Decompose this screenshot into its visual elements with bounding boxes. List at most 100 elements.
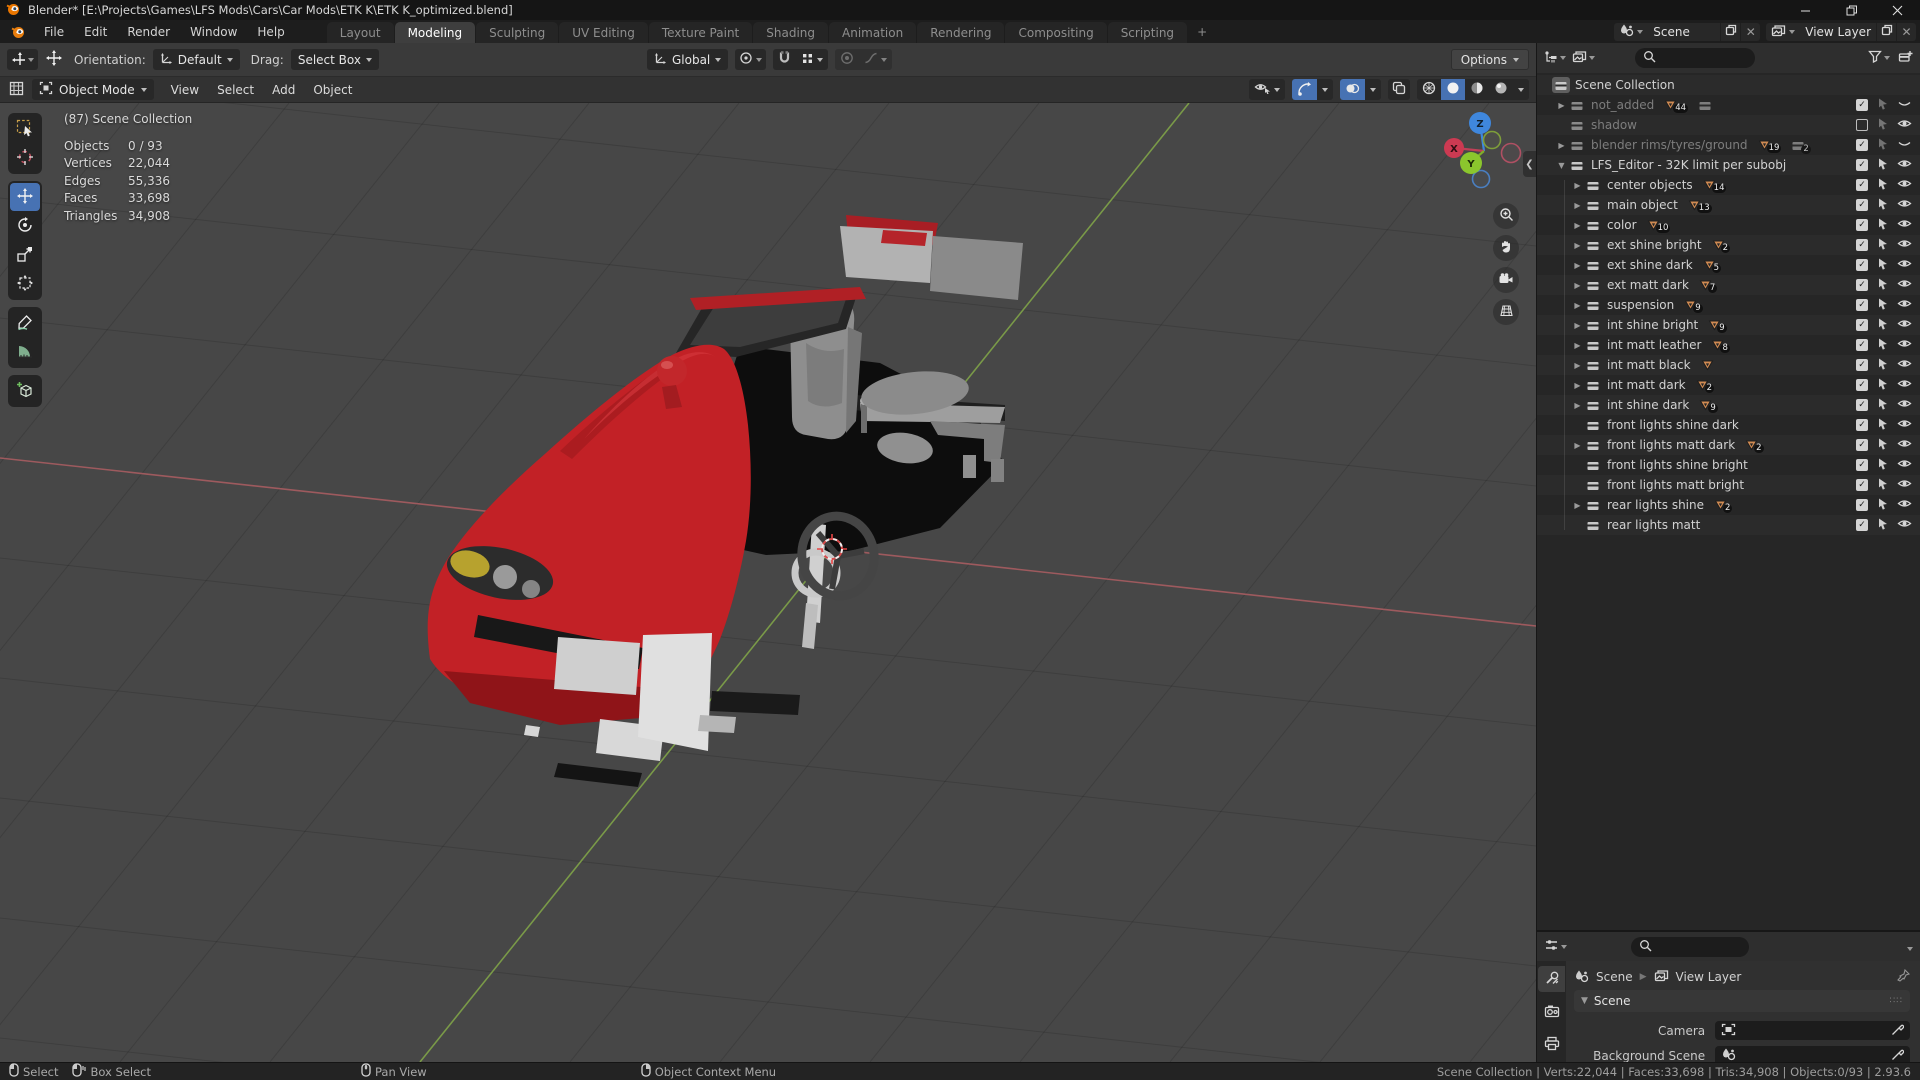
outliner-row-ext-matt-dark[interactable]: ▶ext matt dark7✓ — [1537, 275, 1920, 295]
field-camera-input[interactable] — [1715, 1021, 1910, 1040]
visibility-eye-icon[interactable] — [1897, 498, 1912, 512]
restore-button[interactable] — [1828, 0, 1874, 20]
exclude-checkbox[interactable]: ✓ — [1856, 279, 1868, 291]
exclude-checkbox[interactable]: ✓ — [1856, 519, 1868, 531]
selectable-toggle-icon[interactable] — [1876, 357, 1889, 374]
editor-type-icon[interactable] — [9, 81, 24, 99]
exclude-checkbox[interactable]: ✓ — [1856, 219, 1868, 231]
selectable-toggle-icon[interactable] — [1876, 137, 1889, 154]
exclude-checkbox[interactable]: ✓ — [1856, 139, 1868, 151]
exclude-checkbox[interactable]: ✓ — [1856, 419, 1868, 431]
visibility-eye-icon[interactable] — [1897, 158, 1912, 172]
properties-tab-render[interactable] — [1538, 999, 1565, 1025]
shading-rendered-button[interactable] — [1489, 79, 1513, 100]
exclude-checkbox[interactable]: ✓ — [1856, 259, 1868, 271]
exclude-checkbox[interactable]: ✓ — [1856, 439, 1868, 451]
outliner-row-rear-lights-matt[interactable]: rear lights matt✓ — [1537, 515, 1920, 535]
expand-arrow-icon[interactable]: ▶ — [1555, 101, 1568, 110]
exclude-checkbox[interactable]: ✓ — [1856, 159, 1868, 171]
viewport-menu-object[interactable]: Object — [304, 83, 361, 97]
outliner-row-main-object[interactable]: ▶main object13✓ — [1537, 195, 1920, 215]
properties-options-dropdown[interactable] — [1907, 940, 1913, 954]
visibility-eye-icon[interactable] — [1897, 178, 1912, 192]
outliner-row-ext-shine-bright[interactable]: ▶ext shine bright2✓ — [1537, 235, 1920, 255]
selectable-toggle-icon[interactable] — [1876, 337, 1889, 354]
pivot-point-dropdown[interactable] — [735, 49, 766, 70]
view-layer-name[interactable]: View Layer — [1800, 23, 1876, 41]
tool-transform-button[interactable] — [10, 270, 40, 298]
exclude-checkbox[interactable]: ✓ — [1856, 479, 1868, 491]
visibility-eye-icon[interactable] — [1897, 278, 1912, 292]
menu-render[interactable]: Render — [117, 20, 180, 43]
visibility-eye-icon[interactable] — [1897, 418, 1912, 432]
tool-add-cube-button[interactable] — [10, 377, 40, 405]
visibility-eye-icon[interactable] — [1897, 518, 1912, 532]
expand-arrow-icon[interactable]: ▶ — [1571, 221, 1584, 230]
selectable-toggle-icon[interactable] — [1876, 517, 1889, 534]
outliner-filter-button[interactable] — [1868, 50, 1890, 66]
outliner-row-center-objects[interactable]: ▶center objects14✓ — [1537, 175, 1920, 195]
visibility-eye-icon[interactable] — [1897, 458, 1912, 472]
exclude-checkbox[interactable]: ✓ — [1856, 99, 1868, 111]
exclude-checkbox[interactable]: ✓ — [1856, 179, 1868, 191]
tab-rendering[interactable]: Rendering — [917, 22, 1004, 43]
selectable-toggle-icon[interactable] — [1876, 397, 1889, 414]
exclude-checkbox[interactable]: ✓ — [1856, 199, 1868, 211]
selectable-toggle-icon[interactable] — [1876, 237, 1889, 254]
perspective-toggle-button[interactable] — [1493, 299, 1519, 325]
outliner-row-suspension[interactable]: ▶suspension9✓ — [1537, 295, 1920, 315]
visibility-eye-icon[interactable] — [1897, 258, 1912, 272]
visibility-eye-icon[interactable] — [1897, 338, 1912, 352]
exclude-checkbox[interactable]: ✓ — [1856, 359, 1868, 371]
tab-sculpting[interactable]: Sculpting — [476, 22, 558, 43]
expand-arrow-icon[interactable]: ▶ — [1571, 301, 1584, 310]
menu-file[interactable]: File — [34, 20, 74, 43]
outliner-row-front-lights-matt-dark[interactable]: ▶front lights matt dark2✓ — [1537, 435, 1920, 455]
visibility-eye-icon[interactable] — [1897, 318, 1912, 332]
visibility-eye-icon[interactable] — [1897, 218, 1912, 232]
expand-arrow-icon[interactable]: ▶ — [1571, 181, 1584, 190]
navigation-gizmo[interactable]: Z X Y — [1444, 111, 1524, 191]
visibility-eye-icon[interactable] — [1897, 118, 1912, 132]
sidebar-collapse-arrow[interactable]: ❮ — [1523, 151, 1536, 177]
selectable-toggle-icon[interactable] — [1876, 197, 1889, 214]
expand-arrow-icon[interactable]: ▶ — [1555, 141, 1568, 150]
visibility-eye-icon[interactable] — [1897, 238, 1912, 252]
visibility-eye-icon[interactable] — [1897, 378, 1912, 392]
tool-scale-button[interactable] — [10, 241, 40, 269]
expand-arrow-icon[interactable]: ▶ — [1571, 341, 1584, 350]
options-button[interactable]: Options — [1451, 49, 1529, 70]
selectable-toggle-icon[interactable] — [1876, 417, 1889, 434]
selectable-toggle-icon[interactable] — [1876, 317, 1889, 334]
outliner-row-int-matt-dark[interactable]: ▶int matt dark2✓ — [1537, 375, 1920, 395]
expand-arrow-icon[interactable]: ▶ — [1571, 201, 1584, 210]
tab-texture-paint[interactable]: Texture Paint — [649, 22, 752, 43]
mode-dropdown[interactable]: Object Mode — [32, 79, 154, 100]
selectable-toggle-icon[interactable] — [1876, 497, 1889, 514]
panel-drag-dots[interactable]: ∷∷ — [1890, 996, 1903, 1006]
properties-editor-type-button[interactable] — [1544, 938, 1567, 955]
proportional-falloff-dropdown[interactable] — [859, 49, 892, 70]
exclude-checkbox[interactable]: ✓ — [1856, 459, 1868, 471]
proportional-edit-toggle[interactable] — [835, 49, 859, 70]
expand-arrow-icon[interactable]: ▶ — [1571, 261, 1584, 270]
pin-icon[interactable] — [1897, 969, 1910, 985]
outliner-row-front-lights-matt-bright[interactable]: front lights matt bright✓ — [1537, 475, 1920, 495]
tool-select-box-button[interactable] — [10, 115, 40, 143]
selectable-toggle-icon[interactable] — [1876, 457, 1889, 474]
eyedropper-icon[interactable] — [1891, 1048, 1904, 1063]
outliner-row-ext-shine-dark[interactable]: ▶ext shine dark5✓ — [1537, 255, 1920, 275]
browse-view-layer-button[interactable] — [1766, 23, 1800, 41]
expand-arrow-icon[interactable]: ▶ — [1571, 381, 1584, 390]
field-background-scene-input[interactable] — [1715, 1046, 1910, 1062]
outliner-row-int-matt-black[interactable]: ▶int matt black✓ — [1537, 355, 1920, 375]
exclude-checkbox[interactable]: ✓ — [1856, 499, 1868, 511]
tab-animation[interactable]: Animation — [829, 22, 916, 43]
outliner-row-int-shine-dark[interactable]: ▶int shine dark9✓ — [1537, 395, 1920, 415]
visibility-eye-icon[interactable] — [1897, 398, 1912, 412]
exclude-checkbox[interactable] — [1856, 119, 1868, 131]
properties-search-input[interactable] — [1631, 937, 1749, 957]
breadcrumb-view-layer[interactable]: View Layer — [1676, 970, 1742, 984]
show-overlays-toggle[interactable] — [1340, 79, 1365, 100]
drag-dropdown[interactable]: Select Box — [291, 49, 379, 70]
